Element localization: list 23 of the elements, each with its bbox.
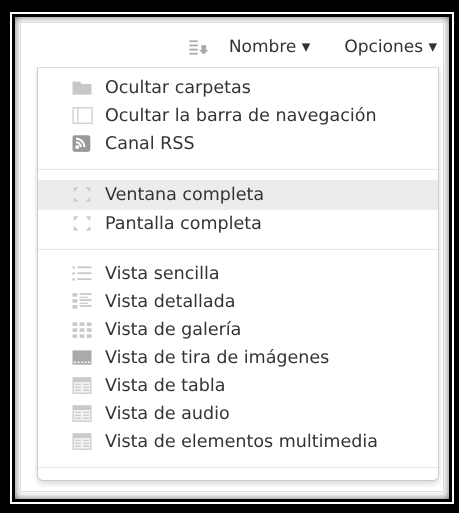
table-icon	[70, 376, 94, 395]
sidebar-icon	[70, 106, 94, 125]
menu-item[interactable]: Vista detallada	[38, 288, 438, 316]
filmstrip-icon	[70, 348, 94, 367]
options-dropdown[interactable]: Opciones ▾	[344, 35, 437, 60]
menu-item[interactable]: Pantalla completa	[38, 210, 438, 238]
menu-item[interactable]: Vista de galería	[38, 316, 438, 344]
sort-icon	[186, 38, 211, 58]
table-icon	[70, 404, 94, 423]
table-icon	[70, 432, 94, 451]
list-icon	[70, 264, 94, 283]
grid-icon	[70, 320, 94, 339]
menu-item[interactable]: Vista de audio	[38, 400, 438, 428]
menu-item[interactable]: Canal RSS	[38, 130, 438, 158]
menu-item[interactable]: Ventana completa	[38, 180, 438, 210]
menu-item[interactable]: Ocultar la barra de navegación	[38, 102, 438, 130]
details-icon	[70, 292, 94, 311]
sort-dropdown[interactable]: Nombre ▾	[228, 35, 310, 60]
menu-item[interactable]: Vista sencilla	[38, 260, 438, 288]
menu-item[interactable]: Vista de tabla	[38, 372, 438, 400]
menu-item[interactable]: Ocultar carpetas	[38, 74, 438, 102]
menu-item[interactable]: Vista de tira de imágenes	[38, 344, 438, 372]
menu-item[interactable]: Vista de elementos multimedia	[38, 428, 438, 456]
